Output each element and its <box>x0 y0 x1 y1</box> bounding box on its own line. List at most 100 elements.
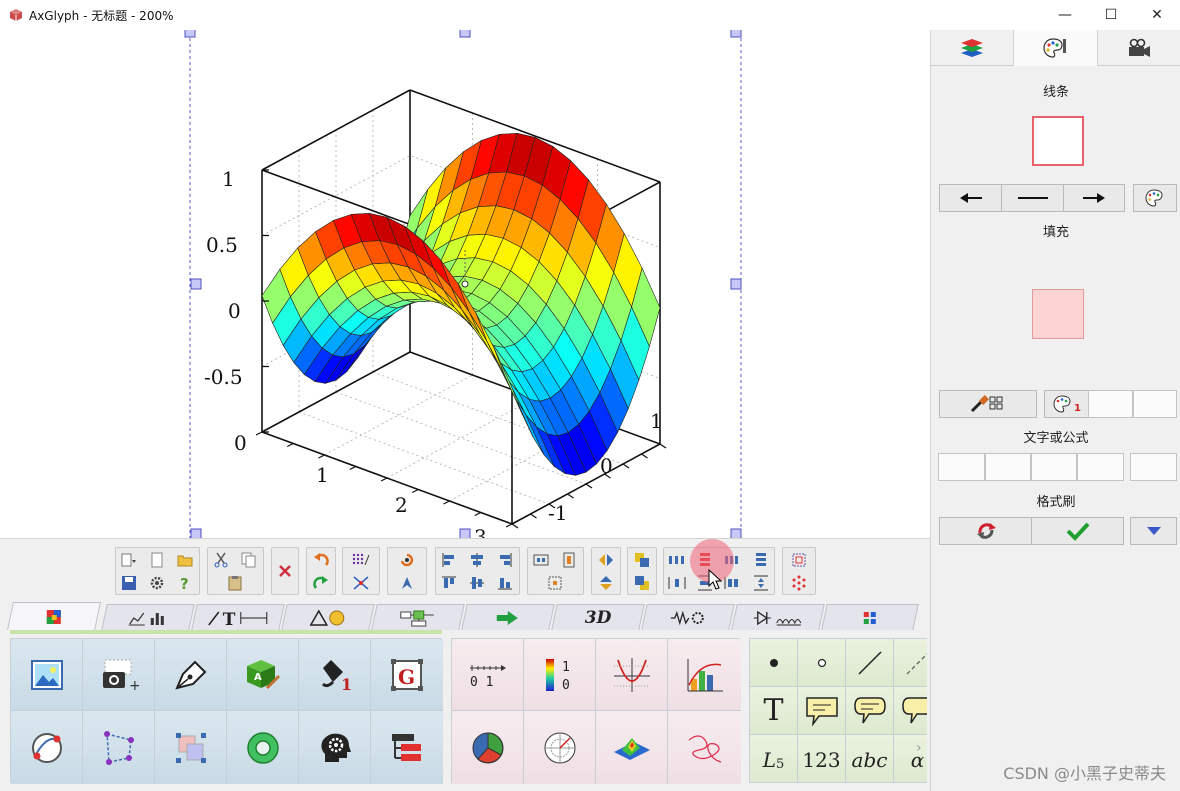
fill-pattern-button[interactable] <box>939 390 1037 418</box>
group-button[interactable] <box>788 550 810 570</box>
line-color-swatch[interactable] <box>1032 116 1084 166</box>
scroll-indicator[interactable]: › <box>916 740 926 770</box>
camera-tab[interactable] <box>1097 30 1180 66</box>
group-objects-tool[interactable] <box>155 711 227 784</box>
tab-images[interactable] <box>7 602 101 630</box>
selection-handle[interactable] <box>190 528 202 538</box>
selection-handle[interactable] <box>730 278 742 290</box>
ungroup-button[interactable] <box>788 573 810 593</box>
cut-button[interactable] <box>210 550 232 570</box>
flip-v-button[interactable] <box>595 573 617 593</box>
center-handle[interactable] <box>461 280 469 288</box>
font-box-3[interactable] <box>1031 453 1077 481</box>
space-h-button[interactable] <box>666 550 688 570</box>
send-back-button[interactable] <box>631 573 653 593</box>
tab-flowchart[interactable] <box>371 604 465 630</box>
selection-handle[interactable] <box>459 528 471 538</box>
maximize-button[interactable]: ☐ <box>1088 0 1134 30</box>
layer-list-tool[interactable] <box>371 711 443 784</box>
callout-round-tool[interactable] <box>846 687 894 735</box>
distribute-h-button[interactable] <box>530 550 552 570</box>
subscript-tool[interactable]: L5 <box>750 735 798 782</box>
selection-handle[interactable] <box>184 30 196 38</box>
colorbar-tool[interactable]: 1 0 <box>524 639 596 711</box>
align-bottom-button[interactable] <box>494 573 516 593</box>
swap-format-button[interactable] <box>939 517 1031 545</box>
paste-button[interactable] <box>224 573 246 593</box>
3d-object-tool[interactable]: A <box>227 639 299 711</box>
layers-tab[interactable] <box>931 30 1014 66</box>
selection-handle[interactable] <box>730 30 742 38</box>
apply-format-button[interactable] <box>1031 517 1124 545</box>
font-box-4[interactable] <box>1077 453 1124 481</box>
tab-charts[interactable] <box>101 604 195 630</box>
transform-button[interactable] <box>396 573 418 593</box>
capture-tool[interactable]: + <box>83 639 155 711</box>
ring-tool[interactable] <box>227 711 299 784</box>
tab-circuit[interactable] <box>641 604 735 630</box>
new-menu-button[interactable] <box>118 550 140 570</box>
arrow-right-button[interactable] <box>1063 184 1125 212</box>
new-file-button[interactable] <box>146 550 168 570</box>
polar-chart-tool[interactable] <box>524 711 596 784</box>
polygon-edit-tool[interactable] <box>83 711 155 784</box>
pie-chart-tool[interactable] <box>452 711 524 784</box>
surface-mesh[interactable] <box>261 132 661 476</box>
line-palette-button[interactable] <box>1133 184 1177 212</box>
text-tool[interactable]: T <box>750 687 798 735</box>
delete-button[interactable] <box>274 561 296 581</box>
font-box-1[interactable] <box>938 453 985 481</box>
tab-arrows[interactable] <box>461 604 555 630</box>
number-axis-tool[interactable]: 0 1 <box>452 639 524 711</box>
dot-tool[interactable] <box>750 639 798 687</box>
tab-line-text[interactable]: T <box>191 604 285 630</box>
ai-settings-tool[interactable] <box>299 711 371 784</box>
align-middle-button[interactable] <box>466 573 488 593</box>
distribute-v-button[interactable] <box>558 550 580 570</box>
fit-height-button[interactable] <box>750 573 772 593</box>
function-plot-tool[interactable] <box>596 639 668 711</box>
insert-picture-tool[interactable] <box>11 639 83 711</box>
align-left-button[interactable] <box>438 550 460 570</box>
selection-handle[interactable] <box>190 278 202 290</box>
tab-grid[interactable] <box>821 604 919 630</box>
redo-button[interactable] <box>310 573 332 593</box>
callout-rect-tool[interactable] <box>798 687 846 735</box>
fill-extra-box[interactable] <box>1133 390 1177 418</box>
bring-front-button[interactable] <box>631 550 653 570</box>
gap-h-button[interactable] <box>666 573 688 593</box>
fill-tool[interactable]: 1 <box>299 639 371 711</box>
pen-tool[interactable] <box>155 639 227 711</box>
ellipse-edit-tool[interactable] <box>11 711 83 784</box>
open-file-button[interactable] <box>174 550 196 570</box>
tab-shapes[interactable] <box>281 604 375 630</box>
tab-3d[interactable]: 3D <box>551 604 645 630</box>
hollow-dot-tool[interactable] <box>798 639 846 687</box>
copy-button[interactable] <box>238 550 260 570</box>
undo-button[interactable] <box>310 550 332 570</box>
fill-color-swatch[interactable] <box>1032 289 1084 339</box>
surface-3d-tool[interactable] <box>596 711 668 784</box>
surface-plot[interactable]: 1 0.5 0 -0.5 0 1 2 3 1 0 -1 <box>0 30 930 538</box>
snap-button[interactable] <box>350 573 372 593</box>
frame-object-tool[interactable]: G <box>371 639 443 711</box>
callout-cloud-tool[interactable] <box>894 687 927 735</box>
align-right-button[interactable] <box>494 550 516 570</box>
minimize-button[interactable]: — <box>1042 0 1088 30</box>
italic-text-tool[interactable]: abc <box>846 735 894 782</box>
font-box-5[interactable] <box>1130 453 1177 481</box>
spiral-curve-tool[interactable] <box>668 711 741 784</box>
statistics-chart-tool[interactable] <box>668 639 741 711</box>
save-button[interactable] <box>118 573 140 593</box>
grid-button[interactable] <box>350 550 372 570</box>
dashed-line-tool[interactable] <box>894 639 927 687</box>
line-segment-tool[interactable] <box>846 639 894 687</box>
settings-button[interactable] <box>146 573 168 593</box>
tab-electronics[interactable] <box>731 604 825 630</box>
equal-height-button[interactable] <box>750 550 772 570</box>
drawing-canvas[interactable]: 1 0.5 0 -0.5 0 1 2 3 1 0 -1 <box>0 30 930 538</box>
align-top-button[interactable] <box>438 573 460 593</box>
fill-palette-button[interactable]: 1 <box>1044 390 1088 418</box>
fill-opacity-box[interactable] <box>1088 390 1133 418</box>
number-text-tool[interactable]: 123 <box>798 735 846 782</box>
